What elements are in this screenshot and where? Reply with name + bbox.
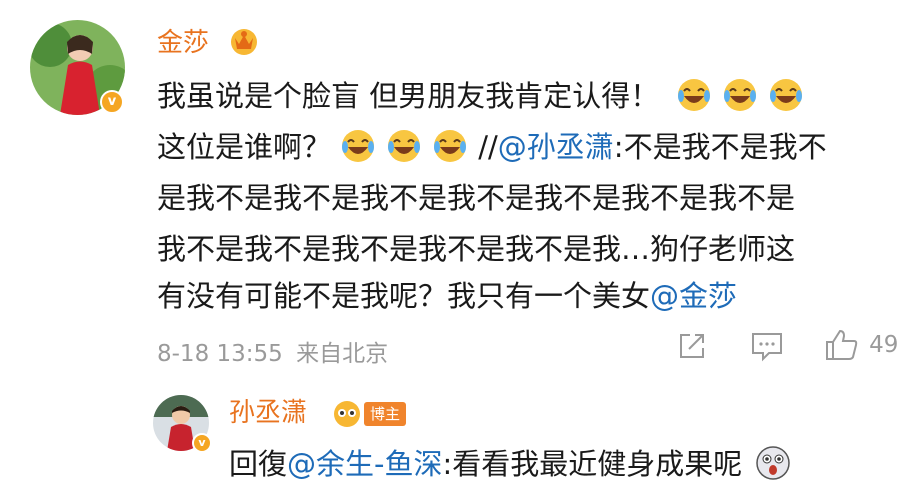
laugh-cry-emoji [722, 76, 758, 111]
laugh-cry-emoji [340, 127, 376, 162]
crown-icon [228, 26, 260, 60]
reply-text: :看看我最近健身成果呢 [442, 447, 743, 481]
host-badge: 博主 [364, 402, 407, 426]
comment-text: 这位是谁啊？ [157, 130, 332, 164]
comment-line-5: 有没有可能不是我呢？我只有一个美女@金莎 [157, 270, 737, 322]
verified-badge-icon: v [100, 90, 124, 114]
laugh-cry-emoji [768, 76, 804, 111]
shock-emoji [755, 444, 791, 480]
reply-user-mention[interactable]: @余生-鱼深 [287, 447, 442, 481]
like-button[interactable]: 49 [824, 328, 898, 362]
comment-username[interactable]: 金莎 [157, 28, 209, 58]
share-icon [680, 334, 704, 358]
reply-prefix: 回復 [229, 447, 288, 481]
comment-line-4: 我不是我不是我不是我不是我不是我…狗仔老师这 [157, 232, 796, 266]
reply-username[interactable]: 孙丞潇 [229, 398, 307, 428]
reply-badge: 博主 [330, 399, 407, 429]
comment-icon [752, 333, 782, 362]
comment-source: 来自北京 [296, 341, 389, 367]
user-mention[interactable]: @金莎 [650, 279, 737, 313]
comment-button[interactable] [750, 330, 784, 366]
repost-separator: // [478, 130, 498, 164]
comment-line-3: 是我不是我不是我不是我不是我不是我不是我不是 [157, 181, 796, 215]
share-button[interactable] [676, 330, 708, 366]
like-count: 49 [869, 332, 899, 358]
comment-line-2: 这位是谁啊？ //@孙丞潇:不是我不是我不 [157, 121, 827, 173]
comment-time: 8-18 13:55 [157, 341, 283, 367]
crown-icon [334, 401, 360, 427]
comment-text: 有没有可能不是我呢？我只有一个美女 [157, 279, 651, 313]
laugh-cry-emoji [432, 127, 468, 162]
comment-text: 我虽说是个脸盲 但男朋友我肯定认得！ [157, 79, 660, 113]
verified-badge-icon: v [192, 433, 212, 453]
laugh-cry-emoji [676, 76, 712, 111]
laugh-cry-emoji [386, 127, 422, 162]
comment-meta: 8-18 13:55 来自北京 [157, 334, 388, 368]
comment-text: :不是我不是我不 [613, 130, 827, 164]
like-icon [826, 329, 858, 360]
comment-line-1: 我虽说是个脸盲 但男朋友我肯定认得！ [157, 70, 814, 122]
repost-user-mention[interactable]: @孙丞潇 [498, 130, 614, 164]
reply-content: 回復@余生-鱼深:看看我最近健身成果呢 [229, 438, 801, 490]
